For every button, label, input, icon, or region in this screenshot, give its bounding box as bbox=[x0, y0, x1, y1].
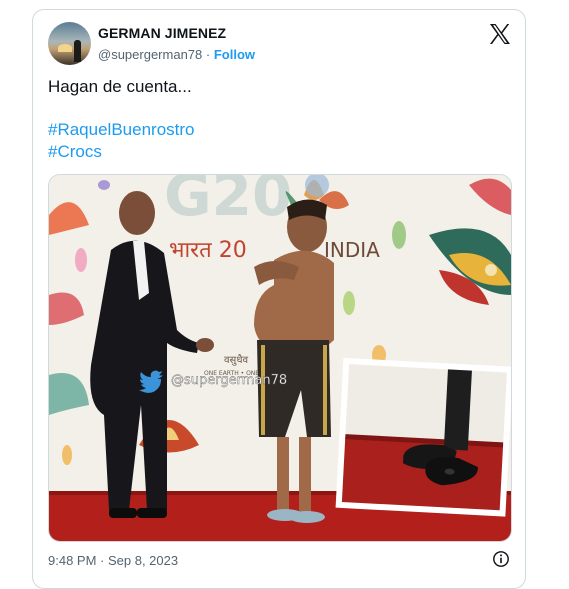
sub-logo: वसुधैव bbox=[224, 354, 248, 366]
tweet-photo[interactable]: G20 भारत 20 INDIA वसुधैव ONE EARTH • ONE bbox=[48, 174, 512, 542]
author-handle[interactable]: @supergerman78 bbox=[98, 47, 202, 62]
author-meta: @supergerman78 · Follow bbox=[98, 47, 255, 62]
hashtag-link[interactable]: #Crocs bbox=[48, 142, 102, 162]
tweet-text: Hagan de cuenta... bbox=[48, 77, 192, 96]
photo-illustration: G20 भारत 20 INDIA वसुधैव ONE EARTH • ONE bbox=[49, 175, 511, 541]
inset-photo bbox=[335, 357, 511, 517]
meta-separator: · bbox=[205, 47, 211, 62]
avatar-sunset bbox=[58, 44, 72, 52]
hashtag-link[interactable]: #RaquelBuenrostro bbox=[48, 120, 194, 140]
backdrop-line3: INDIA bbox=[324, 238, 380, 262]
backdrop-line2: भारत 20 bbox=[169, 238, 247, 263]
backdrop-text: G20 bbox=[164, 175, 292, 229]
avatar[interactable] bbox=[48, 22, 91, 65]
svg-text:@supergerman78: @supergerman78 bbox=[171, 373, 287, 388]
info-icon[interactable] bbox=[492, 550, 510, 568]
tweet-card: GERMAN JIMENEZ @supergerman78 · Follow H… bbox=[32, 9, 526, 589]
avatar-figure bbox=[74, 40, 81, 62]
tweet-timestamp[interactable]: 9:48 PM · Sep 8, 2023 bbox=[48, 553, 178, 568]
x-logo-icon[interactable] bbox=[488, 22, 512, 46]
author-name[interactable]: GERMAN JIMENEZ bbox=[98, 25, 226, 41]
follow-button[interactable]: Follow bbox=[214, 47, 255, 62]
